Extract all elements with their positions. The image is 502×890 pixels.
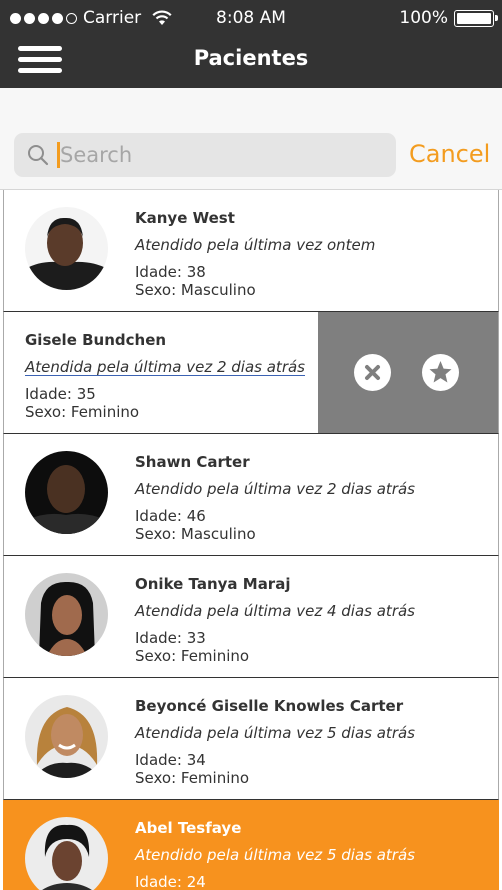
patient-age: Idade: 34 bbox=[135, 751, 206, 769]
favorite-button[interactable] bbox=[422, 354, 459, 391]
patient-age: Idade: 46 bbox=[135, 507, 206, 525]
cancel-button[interactable]: Cancel bbox=[409, 140, 490, 168]
patient-last-seen: Atendido pela última vez ontem bbox=[135, 236, 376, 254]
patient-age: Idade: 38 bbox=[135, 263, 206, 281]
battery-percent: 100% bbox=[399, 8, 448, 28]
patient-name: Kanye West bbox=[135, 209, 235, 227]
avatar bbox=[25, 573, 108, 656]
patient-row-swiped[interactable]: Gisele Bundchen Atendida pela última vez… bbox=[3, 312, 499, 434]
avatar bbox=[25, 207, 108, 290]
x-circle-icon bbox=[365, 365, 380, 380]
patient-last-seen: Atendido pela última vez 2 dias atrás bbox=[135, 480, 415, 498]
patient-age: Idade: 24 bbox=[135, 873, 206, 890]
patient-name: Shawn Carter bbox=[135, 453, 250, 471]
patient-row[interactable]: Beyoncé Giselle Knowles Carter Atendida … bbox=[3, 678, 499, 800]
search-area: Cancel bbox=[0, 88, 502, 190]
patient-info: Onike Tanya Maraj Atendida pela última v… bbox=[135, 575, 490, 665]
patient-last-seen: Atendida pela última vez 4 dias atrás bbox=[135, 602, 415, 620]
patient-age: Idade: 33 bbox=[135, 629, 206, 647]
search-box[interactable] bbox=[14, 133, 396, 177]
patient-name: Beyoncé Giselle Knowles Carter bbox=[135, 697, 404, 715]
patient-list: Kanye West Atendido pela última vez onte… bbox=[3, 190, 499, 890]
patient-info: Abel Tesfaye Atendido pela última vez 5 … bbox=[135, 819, 490, 890]
patient-name: Abel Tesfaye bbox=[135, 819, 242, 837]
swipe-actions bbox=[318, 312, 498, 433]
star-circle-icon bbox=[429, 361, 452, 383]
patient-row[interactable]: Kanye West Atendido pela última vez onte… bbox=[3, 190, 499, 312]
page-title: Pacientes bbox=[193, 46, 309, 70]
patient-last-seen: Atendida pela última vez 5 dias atrás bbox=[135, 724, 415, 742]
status-right: 100% bbox=[399, 8, 498, 28]
search-icon bbox=[28, 145, 49, 166]
avatar bbox=[25, 695, 108, 778]
nav-bar: Pacientes bbox=[0, 36, 502, 88]
patient-row[interactable]: Shawn Carter Atendido pela última vez 2 … bbox=[3, 434, 499, 556]
patient-info: Beyoncé Giselle Knowles Carter Atendida … bbox=[135, 697, 490, 787]
patient-row-selected[interactable]: Abel Tesfaye Atendido pela última vez 5 … bbox=[3, 800, 499, 890]
status-bar: Carrier 8:08 AM 100% bbox=[0, 0, 502, 36]
patient-sex: Sexo: Masculino bbox=[135, 281, 256, 299]
patient-info: Shawn Carter Atendido pela última vez 2 … bbox=[135, 453, 490, 543]
patient-row[interactable]: Onike Tanya Maraj Atendida pela última v… bbox=[3, 556, 499, 678]
delete-button[interactable] bbox=[354, 354, 391, 391]
battery-icon bbox=[454, 9, 498, 27]
patient-sex: Sexo: Feminino bbox=[135, 769, 250, 787]
avatar bbox=[25, 817, 108, 890]
patient-name: Onike Tanya Maraj bbox=[135, 575, 291, 593]
search-input[interactable] bbox=[60, 133, 390, 177]
patient-info: Kanye West Atendido pela última vez onte… bbox=[135, 209, 490, 299]
avatar bbox=[25, 451, 108, 534]
menu-icon[interactable] bbox=[18, 46, 62, 74]
patient-sex: Sexo: Feminino bbox=[135, 647, 250, 665]
patient-last-seen: Atendido pela última vez 5 dias atrás bbox=[135, 846, 415, 864]
patient-sex: Sexo: Masculino bbox=[135, 525, 256, 543]
